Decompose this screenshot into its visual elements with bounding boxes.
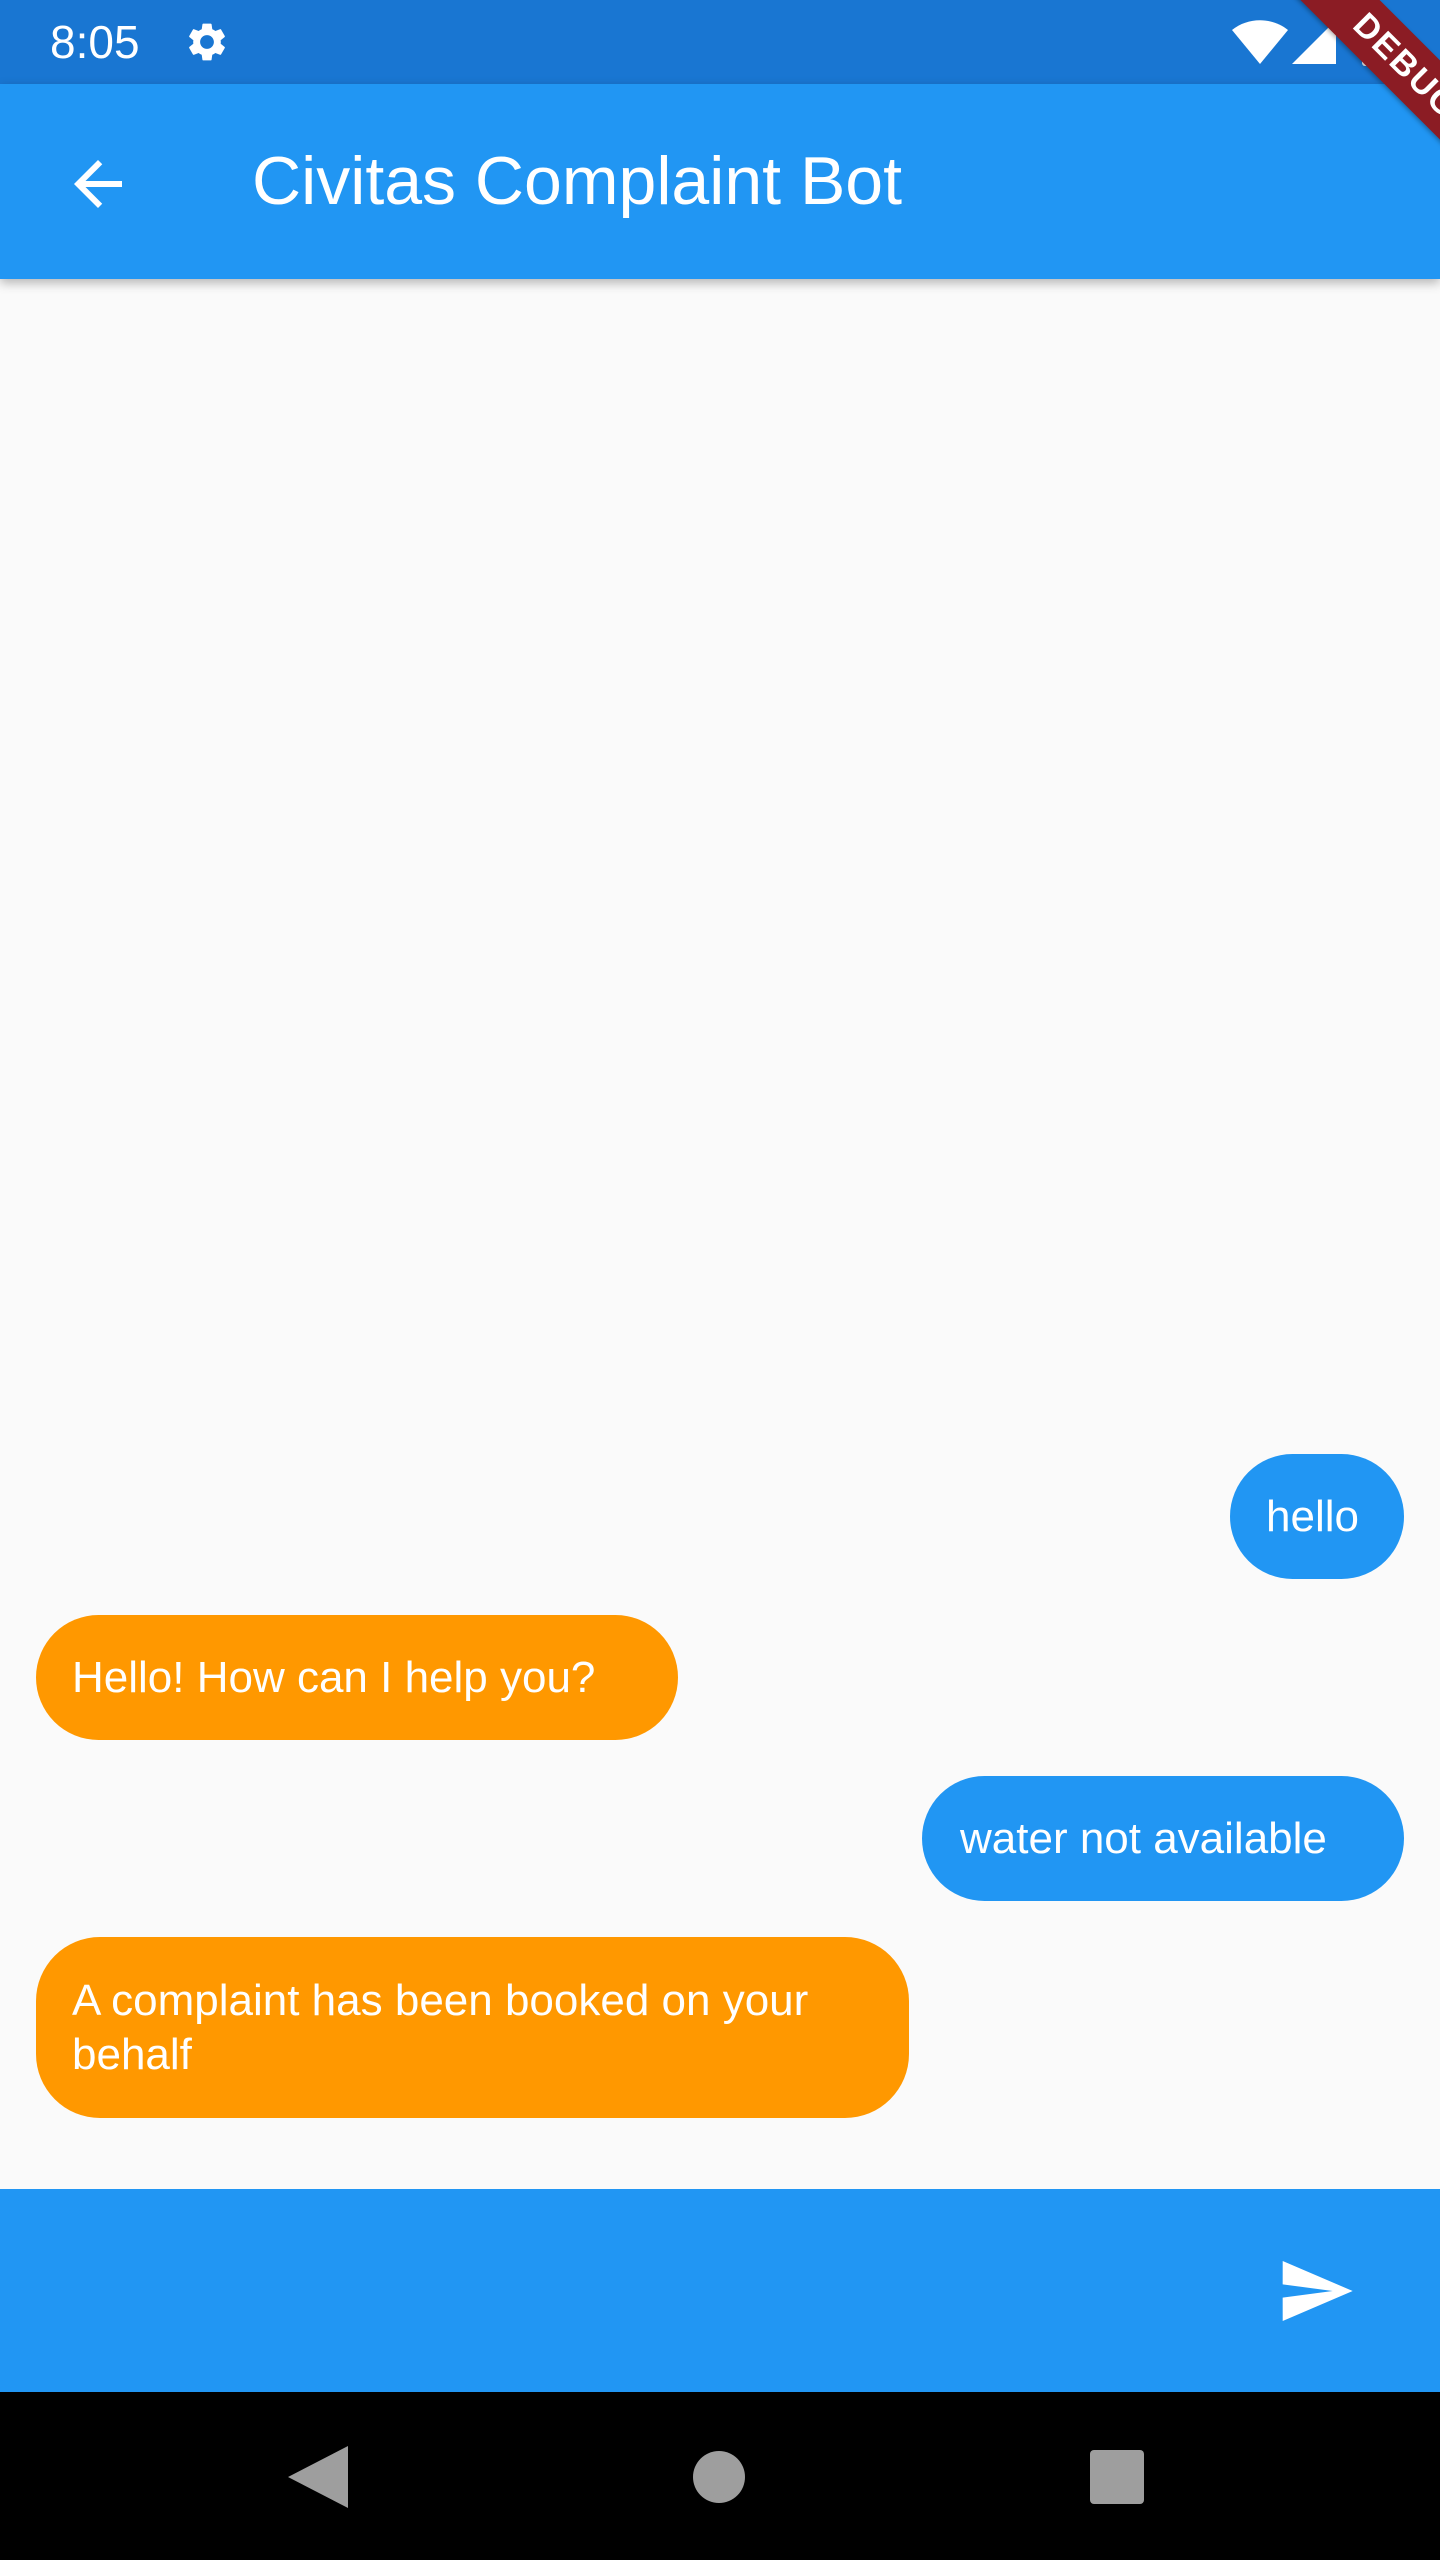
- nav-home-icon[interactable]: [692, 2450, 746, 2504]
- message-input[interactable]: [36, 2239, 1220, 2341]
- status-time: 8:05: [50, 16, 140, 68]
- message-composer: [0, 2189, 1440, 2392]
- status-bar: 8:05: [0, 0, 1440, 84]
- bot-message-bubble: A complaint has been booked on your beha…: [36, 1937, 909, 2118]
- user-message-bubble: water not available: [922, 1776, 1404, 1901]
- page-title: Civitas Complaint Bot: [252, 143, 903, 219]
- wifi-icon: [1232, 20, 1288, 64]
- app-bar: Civitas Complaint Bot: [0, 84, 1440, 279]
- message-text: water not available: [960, 1813, 1327, 1863]
- system-nav-bar: [0, 2392, 1440, 2560]
- send-icon[interactable]: [1276, 2251, 1356, 2331]
- arrow-back-icon[interactable]: [62, 148, 134, 220]
- bot-message-bubble: Hello! How can I help you?: [36, 1615, 678, 1740]
- message-text: Hello! How can I help you?: [72, 1652, 596, 1702]
- message-text: A complaint has been booked on your beha…: [72, 1975, 809, 2079]
- message-text: hello: [1266, 1491, 1359, 1541]
- user-message-bubble: hello: [1230, 1454, 1404, 1579]
- gear-icon: [189, 23, 225, 61]
- nav-recents-icon[interactable]: [1090, 2450, 1144, 2504]
- nav-back-icon[interactable]: [288, 2446, 348, 2508]
- chat-message-list[interactable]: hello Hello! How can I help you? water n…: [0, 279, 1440, 2189]
